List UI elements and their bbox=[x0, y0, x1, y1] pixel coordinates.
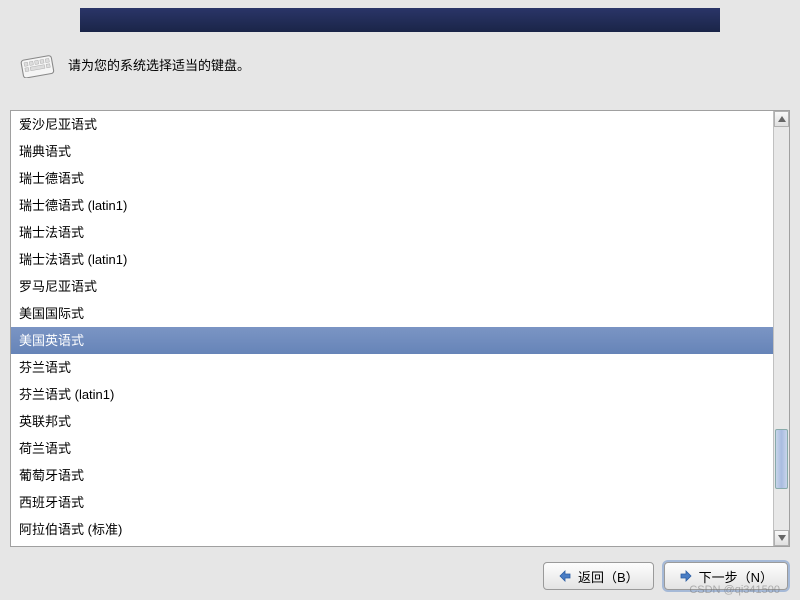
scrollbar[interactable] bbox=[773, 111, 789, 546]
header-banner bbox=[80, 8, 720, 32]
list-item[interactable]: 瑞士德语式 (latin1) bbox=[11, 192, 773, 219]
list-item[interactable]: 马其顿语式 bbox=[11, 543, 773, 546]
scroll-down-button[interactable] bbox=[774, 530, 789, 546]
keyboard-listbox-container: 爱沙尼亚语式瑞典语式瑞士德语式瑞士德语式 (latin1)瑞士法语式瑞士法语式 … bbox=[10, 110, 790, 547]
scroll-thumb[interactable] bbox=[775, 429, 788, 489]
list-item[interactable]: 荷兰语式 bbox=[11, 435, 773, 462]
instruction-row: 请为您的系统选择适当的键盘。 bbox=[20, 50, 780, 78]
list-item[interactable]: 芬兰语式 (latin1) bbox=[11, 381, 773, 408]
list-item[interactable]: 瑞士德语式 bbox=[11, 165, 773, 192]
list-item[interactable]: 英联邦式 bbox=[11, 408, 773, 435]
arrow-left-icon bbox=[558, 569, 572, 583]
arrow-right-icon bbox=[679, 569, 693, 583]
list-item[interactable]: 罗马尼亚语式 bbox=[11, 273, 773, 300]
button-bar: 返回（B） 下一步（N） bbox=[543, 562, 788, 590]
scroll-track[interactable] bbox=[774, 127, 789, 530]
list-item[interactable]: 瑞士法语式 bbox=[11, 219, 773, 246]
keyboard-listbox[interactable]: 爱沙尼亚语式瑞典语式瑞士德语式瑞士德语式 (latin1)瑞士法语式瑞士法语式 … bbox=[11, 111, 773, 546]
instruction-text: 请为您的系统选择适当的键盘。 bbox=[68, 55, 250, 74]
list-item[interactable]: 瑞士法语式 (latin1) bbox=[11, 246, 773, 273]
list-item[interactable]: 阿拉伯语式 (标准) bbox=[11, 516, 773, 543]
list-item[interactable]: 瑞典语式 bbox=[11, 138, 773, 165]
list-item[interactable]: 芬兰语式 bbox=[11, 354, 773, 381]
next-button[interactable]: 下一步（N） bbox=[664, 562, 788, 590]
back-button-label: 返回（B） bbox=[578, 567, 639, 586]
list-item[interactable]: 美国英语式 bbox=[11, 327, 773, 354]
scroll-up-button[interactable] bbox=[774, 111, 789, 127]
list-item[interactable]: 美国国际式 bbox=[11, 300, 773, 327]
back-button[interactable]: 返回（B） bbox=[543, 562, 654, 590]
list-item[interactable]: 葡萄牙语式 bbox=[11, 462, 773, 489]
list-item[interactable]: 西班牙语式 bbox=[11, 489, 773, 516]
next-button-label: 下一步（N） bbox=[699, 567, 773, 586]
keyboard-icon bbox=[20, 50, 56, 78]
list-item[interactable]: 爱沙尼亚语式 bbox=[11, 111, 773, 138]
